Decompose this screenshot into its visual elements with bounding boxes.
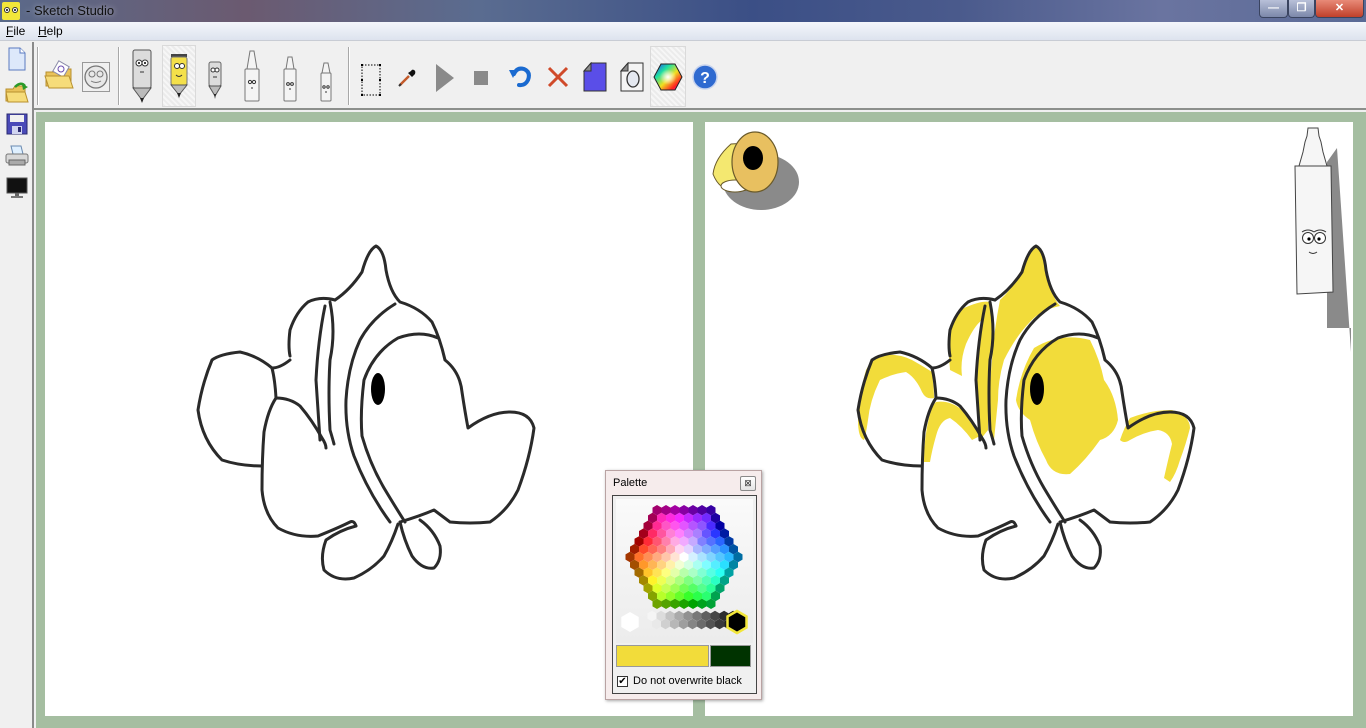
marker-character-icon <box>1294 127 1351 352</box>
toolbar: ? <box>0 42 1366 110</box>
fish-outline-drawing <box>196 244 536 581</box>
small-pencil-gray-button[interactable] <box>202 56 228 104</box>
marker-medium-button[interactable] <box>279 54 301 104</box>
title-bar: - Sketch Studio — ❐ ✕ <box>0 0 1366 22</box>
overwrite-black-label: Do not overwrite black <box>633 675 742 687</box>
face-template-button[interactable] <box>81 59 111 95</box>
save-button[interactable] <box>5 112 29 136</box>
palette-window: Palette ⊠ ✔ Do not overwrite black <box>605 470 762 700</box>
select-region-button[interactable] <box>358 60 384 100</box>
display-button[interactable] <box>5 176 29 200</box>
play-icon <box>436 64 454 92</box>
selected-black-swatch[interactable] <box>726 609 748 635</box>
open-picture-button[interactable] <box>42 56 76 96</box>
pencil-character-icon <box>132 49 152 103</box>
primary-color-swatch[interactable] <box>616 645 709 667</box>
secondary-color-swatch[interactable] <box>710 645 751 667</box>
undo-icon <box>509 66 531 88</box>
pencil-character-icon <box>169 54 189 98</box>
palette-close-button[interactable]: ⊠ <box>740 476 756 491</box>
toolbar-separator <box>37 47 38 105</box>
folder-picture-icon <box>44 60 74 89</box>
cursor-character-icon <box>712 131 799 210</box>
undo-button[interactable] <box>505 62 535 92</box>
overwrite-black-checkbox[interactable]: ✔ <box>617 676 628 687</box>
floppy-disk-icon <box>6 113 28 135</box>
fill-page-button[interactable] <box>581 60 609 94</box>
palette-title: Palette <box>613 477 648 489</box>
fish-colored-drawing <box>712 127 1351 581</box>
original-drawing-canvas[interactable] <box>45 122 693 716</box>
monitor-icon <box>6 177 28 198</box>
color-swatch-grid[interactable] <box>616 499 753 643</box>
hexagon-color-wheel[interactable] <box>616 499 753 643</box>
minimize-button[interactable]: — <box>1259 0 1288 18</box>
svg-text:?: ? <box>700 70 710 87</box>
eyedropper-button[interactable] <box>395 66 419 90</box>
printer-icon <box>5 145 29 166</box>
marker-character-icon <box>283 56 297 102</box>
colored-drawing-canvas[interactable] <box>705 122 1353 716</box>
stop-button[interactable] <box>470 67 492 89</box>
close-button[interactable]: ✕ <box>1315 0 1364 18</box>
help-button[interactable]: ? <box>690 62 720 92</box>
delete-button[interactable] <box>543 62 573 92</box>
new-document-icon <box>8 47 26 71</box>
delete-x-icon <box>547 66 569 88</box>
color-hexagon-icon <box>653 63 683 90</box>
play-button[interactable] <box>432 62 458 94</box>
stop-icon <box>474 71 488 85</box>
print-button[interactable] <box>5 144 29 168</box>
open-folder-arrow-icon <box>5 82 29 103</box>
menu-file[interactable]: File <box>6 24 25 38</box>
smiley-face-icon <box>82 62 110 92</box>
toolbar-separator <box>348 47 349 105</box>
white-swatch[interactable] <box>621 612 639 632</box>
page-outline-button[interactable] <box>618 60 646 94</box>
pencil-character-icon <box>208 61 222 99</box>
menu-bar: File Help <box>0 22 1366 41</box>
new-file-button[interactable] <box>5 47 29 71</box>
pencil-yellow-button[interactable] <box>162 45 196 107</box>
help-icon: ? <box>692 64 718 90</box>
palette-button[interactable] <box>650 46 686 107</box>
marker-character-icon <box>244 50 260 102</box>
maximize-button[interactable]: ❐ <box>1288 0 1315 18</box>
marker-small-button[interactable] <box>317 60 335 104</box>
thick-pencil-gray-button[interactable] <box>128 46 156 108</box>
selection-rectangle-icon <box>361 64 381 96</box>
app-icon <box>2 2 20 20</box>
marker-character-icon <box>320 62 332 102</box>
page-outline-icon <box>620 62 644 92</box>
eyedropper-icon <box>398 69 416 87</box>
menu-help[interactable]: Help <box>38 24 63 38</box>
filled-page-icon <box>583 62 607 92</box>
toolbar-separator <box>118 47 119 105</box>
window-title: - Sketch Studio <box>26 3 115 18</box>
palette-body: ✔ Do not overwrite black <box>612 495 757 694</box>
marker-large-button[interactable] <box>240 48 264 104</box>
left-sidebar <box>0 42 34 728</box>
open-file-button[interactable] <box>5 80 29 104</box>
